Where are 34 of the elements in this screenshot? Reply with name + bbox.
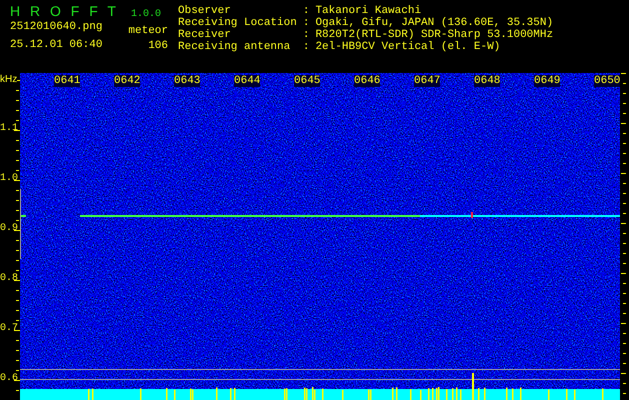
field-label: Observer	[178, 5, 232, 17]
app-version: 1.0.0	[130, 9, 161, 20]
time-label: 0642	[114, 75, 140, 87]
field-label: Receiver	[178, 29, 232, 41]
field-value: R820T2(RTL-SDR) SDR-Sharp 53.1000MHz	[315, 29, 554, 41]
time-label: 0645	[294, 75, 320, 87]
frequency-label: 0.8	[0, 273, 18, 285]
field-value: Ogaki, Gifu, JAPAN (136.60E, 35.35N)	[315, 17, 554, 29]
field-value: 2el-HB9CV Vertical (el. E-W)	[315, 41, 502, 53]
time-label: 0646	[354, 75, 380, 87]
field-label: Receiving Location	[178, 17, 297, 29]
time-label: 0649	[534, 75, 560, 87]
time-label: 0648	[474, 75, 500, 87]
app-title: H R O F F T	[10, 3, 119, 19]
file-name: 2512010640.png	[10, 21, 102, 33]
field-separator: :	[302, 29, 310, 41]
field-separator: :	[302, 5, 310, 17]
field-separator: :	[302, 17, 310, 29]
detection-mode: meteor	[128, 25, 168, 37]
time-label: 0644	[234, 75, 260, 87]
frequency-label: 0.9	[0, 223, 18, 235]
time-label: 0643	[174, 75, 200, 87]
frequency-label: 0.6	[0, 373, 18, 385]
frequency-label: 0.7	[0, 323, 18, 335]
time-label: 0641	[54, 75, 80, 87]
detection-count: 106	[148, 40, 168, 52]
frequency-label: 1.0	[0, 173, 18, 185]
time-label: 0650	[594, 75, 620, 87]
field-value: Takanori Kawachi	[315, 5, 422, 17]
capture-datetime: 25.12.01 06:40	[10, 39, 102, 51]
frequency-label: 1.1	[0, 123, 18, 135]
field-label: Receiving antenna	[178, 41, 292, 53]
time-label: 0647	[414, 75, 440, 87]
field-separator: :	[302, 41, 310, 53]
